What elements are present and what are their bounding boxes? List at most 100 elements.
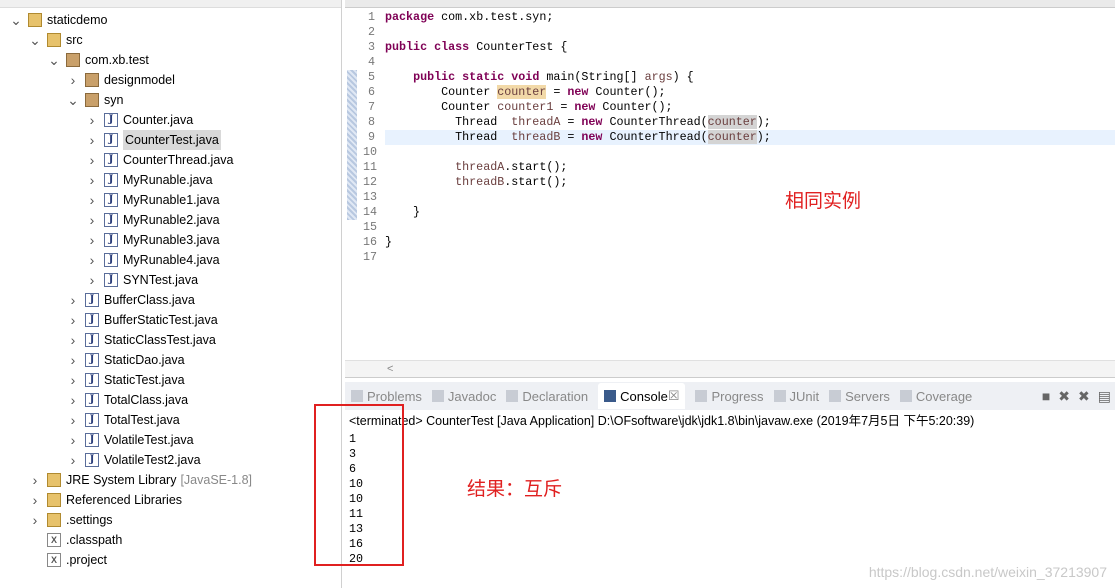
clear-console-icon[interactable]: ▤ xyxy=(1098,388,1111,405)
chevron-down-icon[interactable]: ⌄ xyxy=(67,90,79,110)
tree-item[interactable]: › J BufferClass.java xyxy=(67,290,195,310)
chevron-right-icon[interactable]: › xyxy=(86,110,98,130)
code-line[interactable]: Thread threadB = new CounterThread(count… xyxy=(385,130,1115,145)
tree-item[interactable]: › J CounterThread.java xyxy=(86,150,234,170)
tab-declaration[interactable]: Declaration xyxy=(506,389,588,404)
tree-item-label: CounterThread.java xyxy=(123,153,234,167)
tree-item[interactable]: ⌄ syn xyxy=(67,90,123,110)
tree-item-label: MyRunable.java xyxy=(123,173,213,187)
tree-item[interactable]: › J StaticDao.java xyxy=(67,350,185,370)
chevron-right-icon[interactable]: › xyxy=(67,310,79,330)
tree-item[interactable]: ⌄ staticdemo xyxy=(10,10,107,30)
tree-item[interactable]: › J BufferStaticTest.java xyxy=(67,310,218,330)
tab-label: JUnit xyxy=(789,388,820,404)
code-line[interactable]: public static void main(String[] args) { xyxy=(385,70,1115,85)
tree-item[interactable]: › J MyRunable4.java xyxy=(86,250,220,270)
chevron-right-icon[interactable]: › xyxy=(67,330,79,350)
tree-item[interactable]: › .settings xyxy=(29,510,113,530)
chevron-right-icon[interactable]: › xyxy=(67,370,79,390)
chevron-down-icon[interactable]: ⌄ xyxy=(29,30,41,50)
tree-item[interactable]: ⌄ src xyxy=(29,30,83,50)
tab-console[interactable]: Console ☒ xyxy=(598,383,686,409)
tree-item[interactable]: › J TotalTest.java xyxy=(67,410,180,430)
code-line[interactable] xyxy=(385,55,1115,70)
chevron-right-icon[interactable]: › xyxy=(29,490,41,510)
tree-item[interactable]: › J StaticClassTest.java xyxy=(67,330,216,350)
code-line[interactable] xyxy=(385,220,1115,235)
chevron-right-icon[interactable]: › xyxy=(86,210,98,230)
tree-item[interactable]: › J CounterTest.java xyxy=(86,130,221,150)
tree-item[interactable]: › J MyRunable2.java xyxy=(86,210,220,230)
code-line[interactable]: } xyxy=(385,205,1115,220)
chevron-down-icon[interactable]: ⌄ xyxy=(10,10,22,30)
tree-item[interactable]: › JRE System Library [JavaSE-1.8] xyxy=(29,470,252,490)
tree-item-label: StaticTest.java xyxy=(104,373,185,387)
code-line[interactable]: Counter counter1 = new Counter(); xyxy=(385,100,1115,115)
chevron-right-icon[interactable]: › xyxy=(86,190,98,210)
close-icon[interactable]: ☒ xyxy=(668,388,680,404)
chevron-right-icon[interactable]: › xyxy=(86,250,98,270)
tab-coverage[interactable]: Coverage xyxy=(899,389,972,404)
tab-servers[interactable]: Servers xyxy=(829,389,890,404)
tab-label: Declaration xyxy=(522,388,589,404)
tree-item[interactable]: › J MyRunable3.java xyxy=(86,230,220,250)
tab-label: Problems xyxy=(367,388,422,404)
code-line[interactable]: Thread threadA = new CounterThread(count… xyxy=(385,115,1115,130)
tree-item[interactable]: › J Counter.java xyxy=(86,110,194,130)
code-line[interactable]: } xyxy=(385,235,1115,250)
tree-item[interactable]: › J TotalClass.java xyxy=(67,390,188,410)
horizontal-scrollbar[interactable]: < xyxy=(345,360,1115,377)
chevron-right-icon[interactable]: › xyxy=(86,230,98,250)
chevron-right-icon[interactable]: › xyxy=(86,150,98,170)
tab-label: Javadoc xyxy=(447,388,497,404)
terminate-icon[interactable]: ■ xyxy=(1042,388,1050,405)
package-icon xyxy=(66,53,80,67)
tab-label: Progress xyxy=(711,388,764,404)
tree-item[interactable]: › J MyRunable1.java xyxy=(86,190,220,210)
change-ruler xyxy=(347,70,357,220)
line-number: 15 xyxy=(363,220,378,234)
code-line[interactable] xyxy=(385,250,1115,265)
code-line[interactable] xyxy=(385,190,1115,205)
tab-junit[interactable]: JUnit xyxy=(773,388,820,404)
chevron-right-icon[interactable]: › xyxy=(29,470,41,490)
tab-problems[interactable]: Problems xyxy=(351,389,422,404)
chevron-right-icon[interactable]: › xyxy=(67,390,79,410)
chevron-right-icon[interactable]: › xyxy=(29,510,41,530)
chevron-down-icon[interactable]: ⌄ xyxy=(48,50,60,70)
tree-item[interactable]: › Referenced Libraries xyxy=(29,490,182,510)
java-file-icon: J xyxy=(85,313,99,327)
code-editor[interactable]: 1 package com.xb.test.syn; 2 3 public class … xyxy=(345,0,1115,378)
tree-item[interactable]: › J StaticTest.java xyxy=(67,370,185,390)
tree-item[interactable]: ⌄ com.xb.test xyxy=(48,50,149,70)
tree-item[interactable]: › J VolatileTest2.java xyxy=(67,450,201,470)
code-line[interactable]: Counter counter = new Counter(); xyxy=(385,85,1115,100)
code-line[interactable]: public class CounterTest { xyxy=(385,40,1115,55)
chevron-right-icon[interactable]: › xyxy=(67,450,79,470)
chevron-right-icon[interactable]: › xyxy=(67,70,79,90)
tree-item[interactable]: › designmodel xyxy=(67,70,175,90)
tab-javadoc[interactable]: Javadoc xyxy=(431,388,497,404)
code-line[interactable]: threadA.start(); xyxy=(385,160,1115,175)
tab-progress[interactable]: Progress xyxy=(695,388,764,404)
code-line[interactable] xyxy=(385,25,1115,40)
tree-item-label: BufferClass.java xyxy=(104,293,195,307)
chevron-right-icon[interactable]: › xyxy=(86,170,98,190)
tree-item[interactable]: › J VolatileTest.java xyxy=(67,430,194,450)
editor-tabs[interactable] xyxy=(345,0,1115,8)
chevron-right-icon[interactable]: › xyxy=(67,430,79,450)
code-line[interactable]: threadB.start(); xyxy=(385,175,1115,190)
code-line[interactable] xyxy=(385,145,1115,160)
tree-item[interactable]: › J SYNTest.java xyxy=(86,270,198,290)
code-line[interactable]: package com.xb.test.syn; xyxy=(385,10,1115,25)
chevron-right-icon[interactable]: › xyxy=(86,130,98,150)
remove-all-icon[interactable]: ✖ xyxy=(1078,388,1090,405)
chevron-right-icon[interactable]: › xyxy=(67,350,79,370)
chevron-right-icon[interactable]: › xyxy=(86,270,98,290)
remove-launch-icon[interactable]: ✖ xyxy=(1058,388,1070,405)
tree-item[interactable]: › J MyRunable.java xyxy=(86,170,213,190)
chevron-right-icon[interactable]: › xyxy=(67,410,79,430)
tree-item[interactable]: X .project xyxy=(29,550,107,570)
chevron-right-icon[interactable]: › xyxy=(67,290,79,310)
tree-item[interactable]: X .classpath xyxy=(29,530,122,550)
